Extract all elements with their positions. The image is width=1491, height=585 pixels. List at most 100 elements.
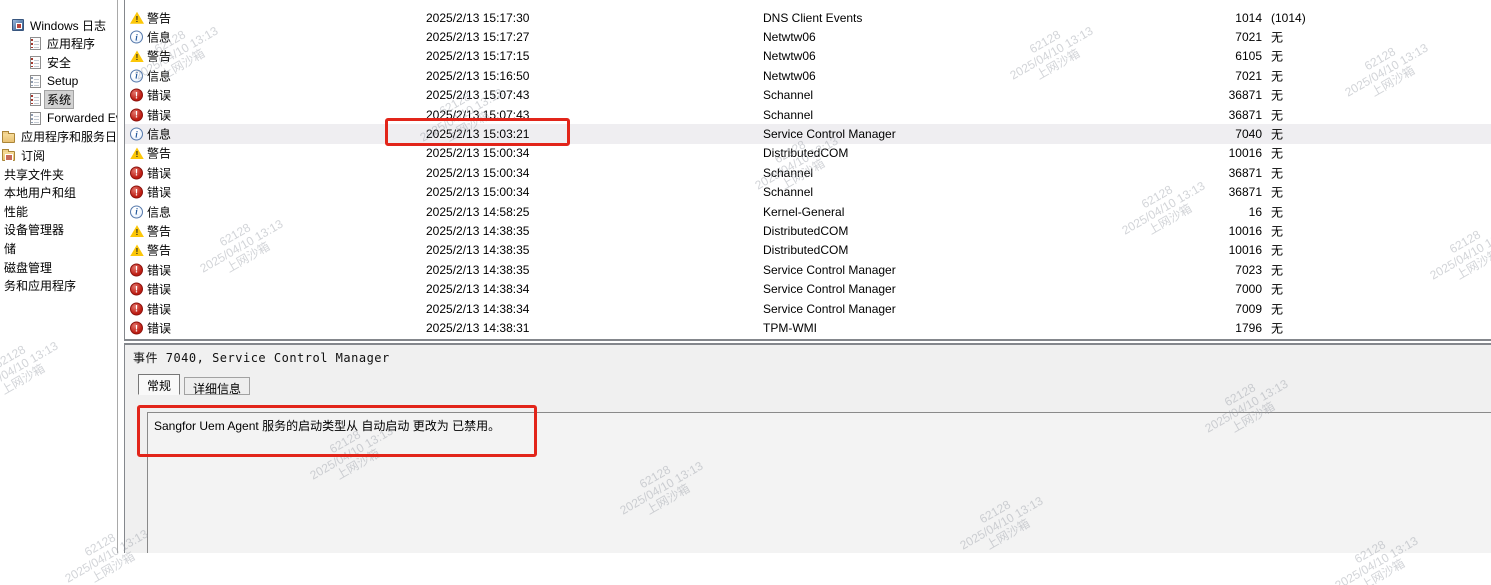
event-task-category: 无 [1271, 242, 1283, 259]
event-id: 10016 [1157, 224, 1262, 238]
event-level: 信息 [147, 203, 171, 220]
tree-item-disk-management[interactable]: 磁盘管理 [0, 258, 117, 277]
event-time: 2025/2/13 14:38:35 [426, 224, 529, 238]
event-time: 2025/2/13 14:38:31 [426, 321, 529, 335]
tree-item-shared-folders[interactable]: 共享文件夹 [0, 165, 117, 184]
event-time: 2025/2/13 15:00:34 [426, 146, 529, 160]
error-icon: ! [130, 322, 143, 335]
tree-item-application[interactable]: 应用程序 [0, 35, 117, 54]
event-row[interactable]: !警告2025/2/13 14:38:35DistributedCOM10016… [125, 221, 1491, 240]
event-row[interactable]: !错误2025/2/13 14:38:34Service Control Man… [125, 299, 1491, 318]
tree-item-apps-services-logs[interactable]: 应用程序和服务日志 [0, 128, 117, 147]
event-level: 警告 [147, 9, 171, 26]
event-time: 2025/2/13 15:17:30 [426, 11, 529, 25]
tree-item-system[interactable]: 系统 [0, 90, 117, 109]
event-level: 错误 [147, 184, 171, 201]
event-source: Netwtw06 [763, 49, 816, 63]
event-source: DistributedCOM [763, 146, 848, 160]
event-row[interactable]: i信息2025/2/13 14:58:25Kernel-General16无 [125, 202, 1491, 221]
event-row[interactable]: !警告2025/2/13 15:17:30DNS Client Events10… [125, 8, 1491, 27]
tree-item-label: 共享文件夹 [2, 166, 66, 183]
event-level: 错误 [147, 106, 171, 123]
event-task-category: 无 [1271, 87, 1283, 104]
tree-item-label: 磁盘管理 [2, 259, 54, 276]
event-row[interactable]: !错误2025/2/13 14:38:31TPM-WMI1796无 [125, 318, 1491, 337]
event-level: 警告 [147, 223, 171, 240]
tree-item-label: Windows 日志 [28, 17, 108, 34]
event-task-category: 无 [1271, 203, 1283, 220]
info-icon: i [130, 31, 143, 44]
event-row[interactable]: i信息2025/2/13 15:17:27Netwtw067021无 [125, 27, 1491, 46]
tree-item-label: 性能 [2, 203, 30, 220]
event-level: 信息 [147, 29, 171, 46]
event-level: 错误 [147, 164, 171, 181]
event-detail-title: 事件 7040, Service Control Manager [133, 349, 390, 366]
event-source: Service Control Manager [763, 302, 896, 316]
event-level: 信息 [147, 67, 171, 84]
event-row[interactable]: !错误2025/2/13 15:07:43Schannel36871无 [125, 86, 1491, 105]
event-id: 36871 [1157, 166, 1262, 180]
event-time: 2025/2/13 15:16:50 [426, 69, 529, 83]
event-task-category: 无 [1271, 223, 1283, 240]
tree-item-setup[interactable]: Setup [0, 72, 117, 91]
tree-item-label: 安全 [45, 54, 73, 71]
level-icon-cell: i [130, 205, 143, 218]
tab-general[interactable]: 常规 [138, 374, 180, 395]
event-id: 36871 [1157, 88, 1262, 102]
event-row[interactable]: !警告2025/2/13 14:38:35DistributedCOM10016… [125, 241, 1491, 260]
error-icon: ! [130, 166, 143, 179]
tree-item-windows-logs[interactable]: Windows 日志 [0, 16, 117, 35]
event-time: 2025/2/13 14:38:34 [426, 282, 529, 296]
log-plain-icon [30, 75, 41, 88]
event-row[interactable]: !错误2025/2/13 14:38:35Service Control Man… [125, 260, 1491, 279]
event-source: Service Control Manager [763, 127, 896, 141]
event-row[interactable]: i信息2025/2/13 15:16:50Netwtw067021无 [125, 66, 1491, 85]
tree-item-security[interactable]: 安全 [0, 53, 117, 72]
event-task-category: 无 [1271, 261, 1283, 278]
event-id: 7000 [1157, 282, 1262, 296]
event-id: 7023 [1157, 263, 1262, 277]
event-task-category: 无 [1271, 145, 1283, 162]
tree-item-local-users-groups[interactable]: 本地用户和组 [0, 183, 117, 202]
level-icon-cell: ! [130, 322, 143, 335]
event-id: 16 [1157, 205, 1262, 219]
level-icon-cell: i [130, 69, 143, 82]
event-row[interactable]: !错误2025/2/13 15:00:34Schannel36871无 [125, 163, 1491, 182]
detail-tabstrip: 常规详细信息 [138, 374, 250, 395]
event-task-category: 无 [1271, 320, 1283, 337]
tree-item-label: 应用程序和服务日志 [19, 128, 118, 145]
event-description-box[interactable]: Sangfor Uem Agent 服务的启动类型从 自动启动 更改为 已禁用。 [147, 412, 1491, 553]
event-source: DistributedCOM [763, 224, 848, 238]
event-row[interactable]: !错误2025/2/13 15:00:34Schannel36871无 [125, 183, 1491, 202]
event-time: 2025/2/13 15:00:34 [426, 185, 529, 199]
level-icon-cell: ! [130, 147, 144, 159]
tree-item-label: 储 [2, 240, 18, 257]
tree-item-subscriptions[interactable]: 订阅 [0, 146, 117, 165]
tree-item-label: Setup [45, 74, 80, 88]
event-source: DNS Client Events [763, 11, 862, 25]
event-row[interactable]: !错误2025/2/13 14:38:34Service Control Man… [125, 280, 1491, 299]
level-icon-cell: ! [130, 263, 143, 276]
event-time: 2025/2/13 14:58:25 [426, 205, 529, 219]
event-id: 1014 [1157, 11, 1262, 25]
event-source: Service Control Manager [763, 282, 896, 296]
tree-item-device-manager[interactable]: 设备管理器 [0, 221, 117, 240]
tree-item-services-apps[interactable]: 务和应用程序 [0, 276, 117, 295]
info-icon: i [130, 205, 143, 218]
event-row[interactable]: i信息2025/2/13 15:03:21Service Control Man… [125, 124, 1491, 143]
event-row[interactable]: !警告2025/2/13 15:00:34DistributedCOM10016… [125, 144, 1491, 163]
event-task-category: 无 [1271, 281, 1283, 298]
tree-item-storage[interactable]: 储 [0, 239, 117, 258]
event-row[interactable]: !警告2025/2/13 15:17:15Netwtw066105无 [125, 47, 1491, 66]
tree-item-forwarded-events[interactable]: Forwarded Eve [0, 109, 117, 128]
error-icon: ! [130, 89, 143, 102]
warning-icon: ! [130, 147, 144, 159]
event-source: DistributedCOM [763, 243, 848, 257]
tab-details[interactable]: 详细信息 [184, 377, 250, 395]
tree-item-label: 订阅 [19, 147, 47, 164]
warning-icon: ! [130, 244, 144, 256]
error-icon: ! [130, 283, 143, 296]
event-row[interactable]: !错误2025/2/13 15:07:43Schannel36871无 [125, 105, 1491, 124]
tree-item-performance[interactable]: 性能 [0, 202, 117, 221]
event-level: 信息 [147, 126, 171, 143]
